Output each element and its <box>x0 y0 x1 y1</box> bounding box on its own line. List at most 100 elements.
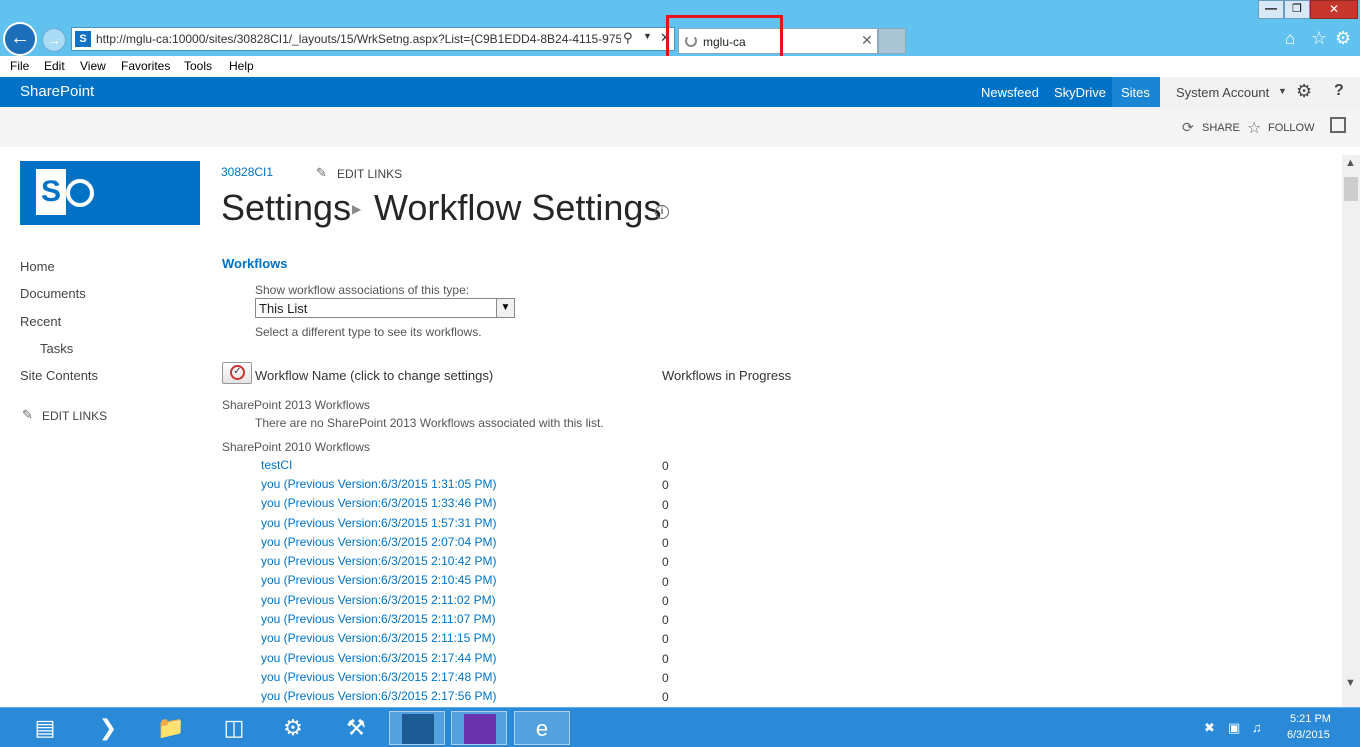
select-value: This List <box>259 301 308 316</box>
nav-item-home[interactable]: Home <box>20 259 55 274</box>
suite-link-sites[interactable]: Sites <box>1121 85 1150 100</box>
vs-tile <box>464 714 496 744</box>
suite-link-skydrive[interactable]: SkyDrive <box>1054 85 1106 100</box>
suite-bar: SharePoint Newsfeed SkyDrive Sites Syste… <box>0 77 1360 107</box>
powershell-icon[interactable]: ❯ <box>80 711 136 745</box>
add-workflow-button[interactable]: ✓ <box>222 362 252 384</box>
group-heading-2010: SharePoint 2010 Workflows <box>222 440 370 454</box>
nav-item-site-contents[interactable]: Site Contents <box>20 368 98 383</box>
group-heading-2013: SharePoint 2013 Workflows <box>222 398 370 412</box>
workflow-link[interactable]: you (Previous Version:6/3/2015 2:17:48 P… <box>261 670 496 684</box>
menu-file[interactable]: File <box>10 59 29 73</box>
follow-button[interactable]: FOLLOW <box>1268 122 1314 134</box>
clock-date[interactable]: 6/3/2015 <box>1287 729 1330 741</box>
edit-links-top-button[interactable]: EDIT LINKS <box>337 167 402 181</box>
breadcrumb-arrow-icon: ▶ <box>352 202 362 216</box>
help-icon[interactable]: ? <box>1334 82 1344 100</box>
page-title-parent[interactable]: Settings <box>221 187 351 229</box>
workflow-check-icon: ✓ <box>230 365 245 380</box>
page-title: Workflow Settings <box>374 187 662 228</box>
menu-help[interactable]: Help <box>229 59 254 73</box>
nav-item-tasks[interactable]: Tasks <box>40 341 73 356</box>
visual-studio-icon[interactable] <box>451 711 507 745</box>
workflow-link[interactable]: you (Previous Version:6/3/2015 2:10:42 P… <box>261 554 496 568</box>
scroll-up-icon[interactable]: ▲ <box>1345 157 1356 169</box>
new-tab-button[interactable] <box>878 28 906 54</box>
workflow-link[interactable]: you (Previous Version:6/3/2015 1:57:31 P… <box>261 516 496 530</box>
network-error-icon[interactable]: ✖ <box>1204 720 1215 736</box>
network-icon[interactable]: ▣ <box>1228 720 1240 736</box>
focus-on-content-icon[interactable] <box>1330 117 1346 133</box>
workflow-link[interactable]: you (Previous Version:6/3/2015 2:17:56 P… <box>261 689 496 703</box>
clock-time[interactable]: 5:21 PM <box>1290 713 1331 725</box>
pencil-icon[interactable]: ✎ <box>22 407 33 423</box>
internet-explorer-icon[interactable]: e <box>514 711 570 745</box>
workflow-link[interactable]: you (Previous Version:6/3/2015 1:31:05 P… <box>261 477 496 491</box>
vertical-scrollbar[interactable]: ▲ ▼ <box>1342 155 1360 707</box>
search-icon[interactable]: ⚲ <box>623 30 633 46</box>
nav-item-recent[interactable]: Recent <box>20 314 61 329</box>
address-input[interactable]: http://mglu-ca:10000/sites/30828CI1/_lay… <box>96 32 621 46</box>
minimize-button[interactable]: — <box>1258 0 1284 19</box>
breadcrumb-site-link[interactable]: 30828CI1 <box>221 165 273 179</box>
workflow-link[interactable]: you (Previous Version:6/3/2015 2:11:15 P… <box>261 631 496 645</box>
pencil-icon[interactable]: ✎ <box>316 165 327 181</box>
workflow-count: 0 <box>662 478 669 492</box>
volume-icon[interactable]: ♫ <box>1252 720 1262 735</box>
workflow-type-select[interactable]: This List ▼ <box>255 298 515 318</box>
close-tab-icon[interactable]: ✕ <box>861 32 873 49</box>
menu-favorites[interactable]: Favorites <box>121 59 170 73</box>
account-menu[interactable]: System Account <box>1176 85 1269 100</box>
workflows-heading: Workflows <box>222 256 288 271</box>
scroll-down-icon[interactable]: ▼ <box>1345 677 1356 689</box>
tools-icon[interactable]: ⚒ <box>328 711 384 745</box>
suite-link-newsfeed[interactable]: Newsfeed <box>981 85 1039 100</box>
settings-gears-icon[interactable]: ⚙ <box>265 711 321 745</box>
workflow-link[interactable]: you (Previous Version:6/3/2015 1:33:46 P… <box>261 496 496 510</box>
chevron-down-icon[interactable]: ▼ <box>496 299 514 317</box>
sharepoint-brand[interactable]: SharePoint <box>20 83 94 100</box>
menu-tools[interactable]: Tools <box>184 59 212 73</box>
workflow-count: 0 <box>662 536 669 550</box>
account-area: System Account ▼ ⚙ ? <box>1160 77 1360 107</box>
workflow-link[interactable]: you (Previous Version:6/3/2015 2:07:04 P… <box>261 535 496 549</box>
forward-button[interactable]: → <box>42 28 66 52</box>
workflow-link[interactable]: testCI <box>261 458 292 472</box>
maximize-button[interactable]: ❐ <box>1284 0 1310 19</box>
menu-edit[interactable]: Edit <box>44 59 65 73</box>
taskbar: ▤ ❯ 📁 ◫ ⚙ ⚒ e ✖ ▣ ♫ 5:21 PM 6/3/2015 <box>0 707 1360 747</box>
chevron-down-icon[interactable]: ▼ <box>643 31 652 41</box>
app-icon[interactable]: ◫ <box>206 711 262 745</box>
nav-edit-links-button[interactable]: EDIT LINKS <box>42 409 107 423</box>
sharepoint-designer-icon[interactable] <box>389 711 445 745</box>
workflow-count: 0 <box>662 555 669 569</box>
nav-item-documents[interactable]: Documents <box>20 286 86 301</box>
server-manager-icon[interactable]: ▤ <box>17 711 73 745</box>
address-bar[interactable]: S http://mglu-ca:10000/sites/30828CI1/_l… <box>71 27 675 51</box>
share-button[interactable]: SHARE <box>1202 122 1240 134</box>
back-button[interactable]: ← <box>3 22 37 56</box>
gear-icon[interactable]: ⚙ <box>1335 28 1351 49</box>
caret-down-icon[interactable]: ▼ <box>1278 86 1287 96</box>
workflow-link[interactable]: you (Previous Version:6/3/2015 2:11:07 P… <box>261 612 496 626</box>
workflow-link[interactable]: you (Previous Version:6/3/2015 2:11:02 P… <box>261 593 496 607</box>
file-explorer-icon[interactable]: 📁 <box>143 711 199 745</box>
share-icon[interactable]: ⟳ <box>1182 119 1194 136</box>
logo-share-shape <box>66 179 94 207</box>
home-icon[interactable]: ⌂ <box>1285 29 1295 49</box>
type-select-label: Show workflow associations of this type: <box>255 283 470 297</box>
workflow-count: 0 <box>662 594 669 608</box>
site-logo[interactable]: S <box>20 161 200 225</box>
sharepoint-favicon-icon: S <box>75 31 91 47</box>
workflow-count: 0 <box>662 671 669 685</box>
follow-star-icon[interactable]: ☆ <box>1247 118 1261 138</box>
close-window-button[interactable]: ✕ <box>1310 0 1358 19</box>
workflow-link[interactable]: you (Previous Version:6/3/2015 2:10:45 P… <box>261 573 496 587</box>
settings-gear-icon[interactable]: ⚙ <box>1296 81 1312 102</box>
menu-view[interactable]: View <box>80 59 106 73</box>
scroll-thumb[interactable] <box>1344 177 1358 201</box>
workflow-link[interactable]: you (Previous Version:6/3/2015 2:17:44 P… <box>261 651 496 665</box>
designer-tile <box>402 714 434 744</box>
star-icon[interactable]: ☆ <box>1311 28 1327 49</box>
info-icon[interactable]: i <box>655 205 669 219</box>
